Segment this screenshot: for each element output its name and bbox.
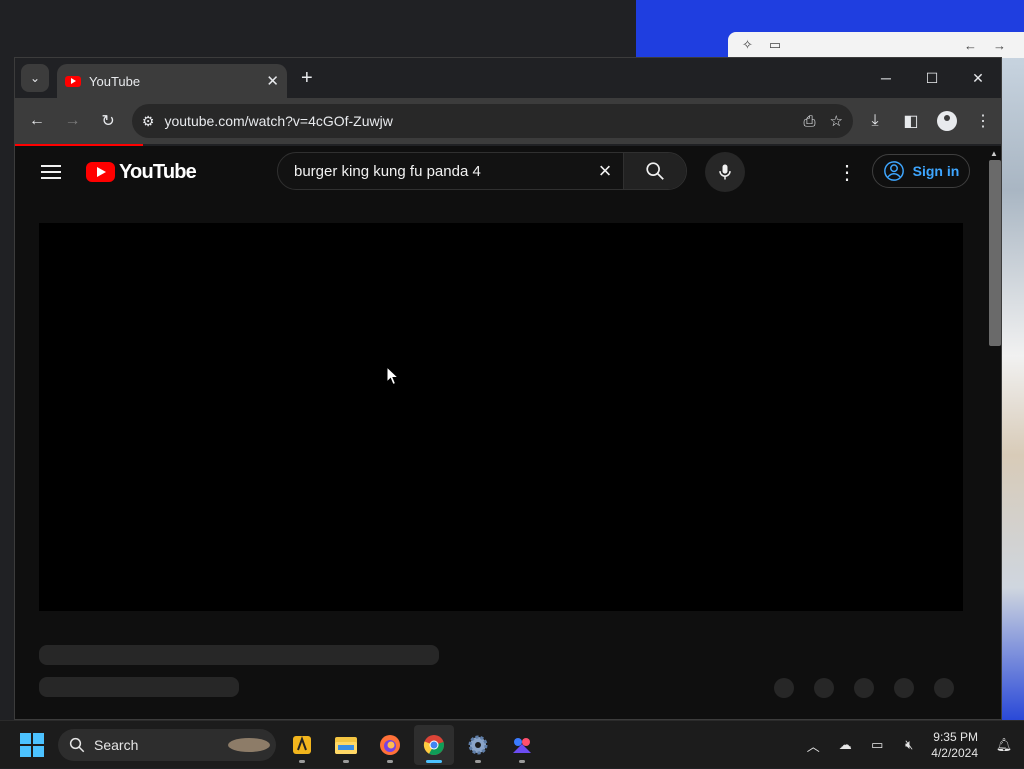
chrome-glyph bbox=[423, 734, 444, 755]
action-placeholder bbox=[854, 678, 874, 698]
action-placeholder bbox=[934, 678, 954, 698]
sidebar-icon[interactable]: ▭ bbox=[769, 37, 781, 53]
taskbar: Search ︿ ☁ ▭ 🔇︎ 9:35 PM 4/2/2024 🔔︎ bbox=[0, 720, 1024, 768]
youtube-favicon-icon bbox=[65, 75, 81, 87]
tab-strip: ⌄ YouTube ✕ + ─ ☐ ✕ bbox=[15, 58, 1001, 98]
feedback-app-icon[interactable] bbox=[502, 725, 542, 765]
action-placeholder bbox=[774, 678, 794, 698]
pre-app-glyph bbox=[293, 735, 311, 754]
forward-button[interactable]: → bbox=[55, 112, 91, 130]
back-button[interactable]: ← bbox=[19, 112, 55, 130]
file-explorer-icon[interactable] bbox=[326, 725, 366, 765]
guide-menu-icon[interactable] bbox=[41, 165, 61, 179]
channel-placeholder bbox=[39, 677, 239, 697]
youtube-logo-text: YouTube bbox=[119, 160, 197, 183]
gear-icon bbox=[468, 735, 488, 754]
browser-menu-icon[interactable]: ⋮ bbox=[965, 111, 1001, 131]
microphone-icon bbox=[719, 164, 731, 180]
windows-start-icon[interactable] bbox=[20, 732, 44, 757]
cloud-sync-off-icon[interactable]: ☁ bbox=[829, 737, 861, 753]
folder-icon bbox=[335, 736, 357, 754]
system-tray: ︿ ☁ ▭ 🔇︎ 9:35 PM 4/2/2024 🔔︎ bbox=[797, 721, 1024, 769]
maximize-icon[interactable]: ☐ bbox=[909, 58, 955, 98]
pre-app-icon[interactable] bbox=[282, 725, 322, 765]
back-arrow-icon[interactable]: ← bbox=[964, 38, 977, 53]
people-app-glyph bbox=[513, 737, 531, 753]
tab-title: YouTube bbox=[89, 73, 141, 89]
settings-icon[interactable] bbox=[458, 725, 498, 765]
youtube-search-box: burger king kung fu panda 4 × bbox=[277, 152, 687, 190]
reload-button[interactable]: ↻ bbox=[90, 111, 126, 131]
tab-search-button[interactable]: ⌄ bbox=[21, 64, 49, 92]
close-window-icon[interactable]: ✕ bbox=[955, 58, 1001, 98]
taskbar-search[interactable]: Search bbox=[58, 728, 276, 761]
mouse-cursor-icon bbox=[386, 366, 400, 386]
youtube-page: YouTube burger king kung fu panda 4 × ⋮ … bbox=[15, 146, 1001, 719]
action-placeholder bbox=[894, 678, 914, 698]
notifications-bell-icon[interactable]: 🔔︎ bbox=[988, 737, 1020, 753]
youtube-logo[interactable]: YouTube bbox=[86, 160, 197, 184]
sign-in-label: Sign in bbox=[912, 163, 960, 179]
clear-search-icon[interactable]: × bbox=[587, 158, 623, 184]
search-button[interactable] bbox=[623, 153, 686, 189]
clock-date: 4/2/2024 bbox=[931, 746, 978, 760]
account-circle-icon bbox=[883, 161, 904, 181]
side-panel-icon[interactable]: ◧ bbox=[893, 111, 929, 131]
background-window-toolbar: ✧ ▭ ← → bbox=[728, 32, 1024, 58]
volume-muted-icon[interactable]: 🔇︎ bbox=[893, 737, 925, 753]
video-player[interactable] bbox=[39, 223, 963, 611]
browser-toolbar: ← → ↻ ⚙ youtube.com/watch?v=4cGOf-Zuwjw … bbox=[15, 98, 1001, 144]
search-icon bbox=[646, 162, 664, 180]
firefox-glyph bbox=[380, 734, 400, 755]
show-hidden-icons-chevron-icon[interactable]: ︿ bbox=[797, 736, 829, 755]
pinned-apps bbox=[280, 724, 544, 765]
taskbar-search-label: Search bbox=[94, 736, 139, 753]
firefox-icon[interactable] bbox=[370, 725, 410, 765]
close-tab-icon[interactable]: ✕ bbox=[266, 72, 279, 90]
title-placeholder bbox=[39, 645, 439, 665]
background-window-content bbox=[1002, 58, 1024, 720]
minimize-icon[interactable]: ─ bbox=[863, 58, 909, 98]
chrome-icon[interactable] bbox=[414, 724, 454, 765]
search-input[interactable]: burger king kung fu panda 4 bbox=[278, 163, 587, 180]
scroll-up-icon[interactable]: ▲ bbox=[990, 149, 998, 158]
settings-menu-icon[interactable]: ⋮ bbox=[837, 160, 857, 185]
tab-youtube[interactable]: YouTube ✕ bbox=[57, 64, 287, 98]
install-app-icon[interactable]: ⎙ bbox=[804, 113, 816, 130]
search-icon bbox=[69, 737, 85, 752]
site-info-icon[interactable]: ⚙ bbox=[142, 113, 155, 130]
sign-in-button[interactable]: Sign in bbox=[872, 154, 970, 188]
voice-search-button[interactable] bbox=[705, 152, 745, 192]
profile-button[interactable] bbox=[929, 111, 965, 131]
window-controls: ─ ☐ ✕ bbox=[863, 58, 1001, 98]
network-icon[interactable]: ▭ bbox=[861, 737, 893, 753]
taskbar-clock[interactable]: 9:35 PM 4/2/2024 bbox=[931, 729, 978, 761]
youtube-play-icon bbox=[86, 162, 115, 182]
scrollbar-thumb[interactable] bbox=[989, 160, 1001, 346]
clock-time: 9:35 PM bbox=[933, 730, 978, 744]
page-scrollbar[interactable]: ▲ bbox=[987, 146, 1001, 719]
bookmark-star-icon[interactable]: ☆ bbox=[830, 112, 843, 130]
address-bar[interactable]: ⚙ youtube.com/watch?v=4cGOf-Zuwjw ⎙ ☆ bbox=[131, 104, 853, 138]
search-highlight-image bbox=[228, 737, 270, 752]
action-placeholder bbox=[814, 678, 834, 698]
profile-avatar-icon bbox=[936, 111, 957, 131]
chevron-down-icon: ⌄ bbox=[29, 71, 41, 85]
rocket-icon[interactable]: ✧ bbox=[742, 37, 753, 53]
youtube-header: YouTube burger king kung fu panda 4 × ⋮ … bbox=[15, 146, 1001, 198]
new-tab-button[interactable]: + bbox=[301, 67, 313, 90]
browser-window: ⌄ YouTube ✕ + ─ ☐ ✕ ← → ↻ ⚙ youtube.com/… bbox=[14, 57, 1002, 720]
url-text[interactable]: youtube.com/watch?v=4cGOf-Zuwjw bbox=[164, 113, 789, 129]
forward-arrow-icon[interactable]: → bbox=[993, 38, 1006, 53]
downloads-icon[interactable]: ⤓ bbox=[857, 111, 893, 131]
